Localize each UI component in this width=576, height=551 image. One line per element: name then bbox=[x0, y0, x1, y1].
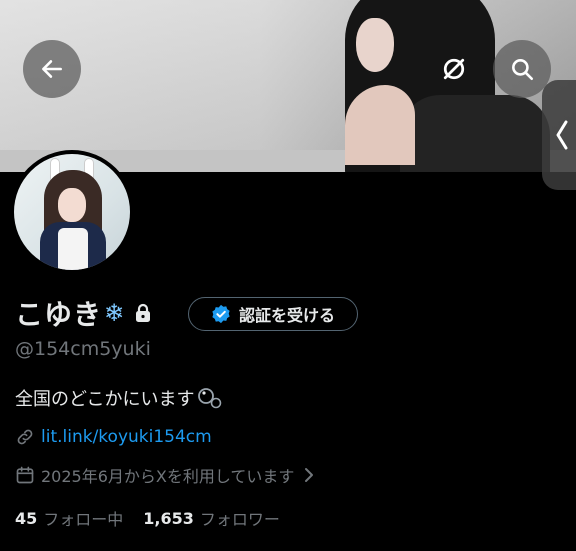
following-label: フォロー中 bbox=[43, 510, 124, 529]
followers-label: フォロワー bbox=[199, 510, 280, 529]
bio: 全国のどこかにいます bbox=[15, 385, 226, 411]
following-count: 45 bbox=[15, 508, 38, 528]
banner-figure-jacket bbox=[400, 95, 550, 172]
joined-date-row[interactable]: 2025年6月からXを利用しています bbox=[15, 463, 314, 487]
following-stat[interactable]: 45 フォロー中 bbox=[15, 506, 123, 530]
display-name-row: こゆき ❄ bbox=[15, 294, 152, 332]
back-button[interactable] bbox=[23, 40, 81, 98]
banner-figure-shoulder bbox=[345, 85, 415, 165]
profile-banner[interactable] bbox=[0, 0, 576, 172]
avatar-apron bbox=[58, 228, 88, 270]
side-panel-tab[interactable] bbox=[542, 80, 576, 190]
followers-stat[interactable]: 1,653 フォロワー bbox=[143, 506, 280, 530]
chevron-left-icon bbox=[556, 120, 568, 150]
profile-link[interactable]: lit.link/koyuki154cm bbox=[41, 427, 212, 447]
link-off-button[interactable] bbox=[425, 40, 483, 98]
followers-count: 1,653 bbox=[143, 508, 194, 528]
search-icon bbox=[512, 59, 534, 81]
bio-text: 全国のどこかにいます bbox=[15, 389, 195, 410]
display-name: こゆき bbox=[15, 298, 103, 331]
user-handle: @154cm5yuki bbox=[15, 338, 151, 360]
avatar-image bbox=[14, 154, 130, 270]
profile-avatar[interactable] bbox=[10, 150, 134, 274]
get-verified-button[interactable]: 認証を受ける bbox=[188, 297, 358, 331]
chevron-right-icon bbox=[305, 468, 314, 482]
banner-figure-face bbox=[356, 18, 394, 72]
follow-stats: 45 フォロー中 1,653 フォロワー bbox=[15, 506, 280, 530]
verified-badge-icon bbox=[212, 304, 230, 324]
get-verified-label: 認証を受ける bbox=[238, 306, 335, 325]
profile-link-row[interactable]: lit.link/koyuki154cm bbox=[15, 427, 212, 447]
bubbles-emoji-icon bbox=[198, 388, 222, 409]
avatar-face bbox=[58, 188, 86, 222]
snowflake-emoji: ❄ bbox=[104, 299, 125, 327]
link-icon bbox=[17, 429, 33, 445]
calendar-icon bbox=[16, 466, 34, 484]
joined-date-text: 2025年6月からXを利用しています bbox=[41, 467, 295, 486]
lock-icon bbox=[136, 303, 151, 322]
arrow-left-icon bbox=[42, 60, 62, 78]
link-off-icon bbox=[443, 58, 465, 80]
